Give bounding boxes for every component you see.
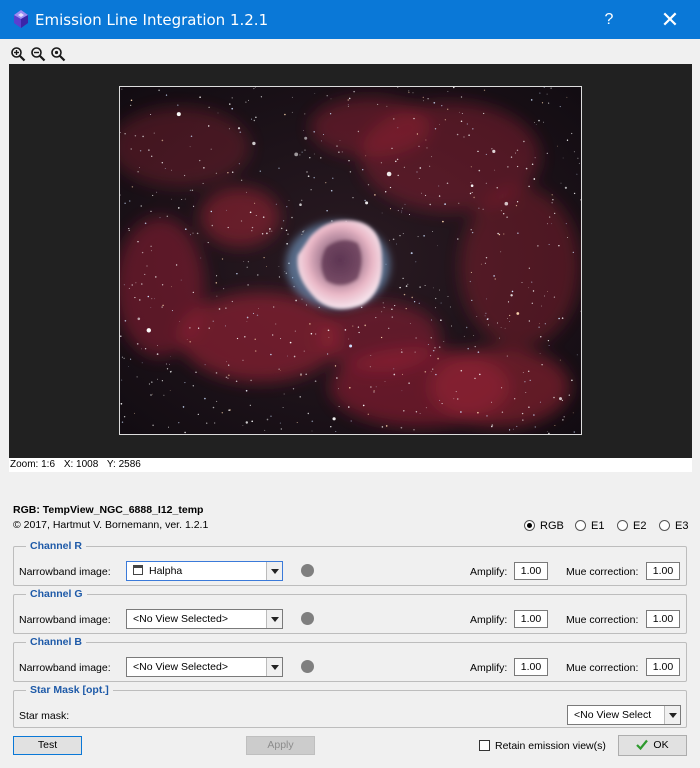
zoom-out-icon[interactable] bbox=[30, 46, 46, 62]
channel-g-narrowband-select[interactable]: <No View Selected> bbox=[126, 609, 283, 629]
channel-b-status-dot bbox=[301, 660, 314, 673]
channel-r-status-dot bbox=[301, 564, 314, 577]
chevron-down-icon[interactable] bbox=[266, 658, 282, 676]
channel-g-mue-label: Mue correction: bbox=[566, 614, 639, 626]
channel-b-amplify-input[interactable]: 1.00 bbox=[514, 658, 548, 676]
ok-button-label: OK bbox=[653, 739, 669, 751]
image-view-icon bbox=[133, 565, 143, 575]
channel-r-title: Channel R bbox=[30, 540, 82, 552]
ok-button[interactable]: OK bbox=[618, 735, 687, 756]
channel-r-amplify-label: Amplify: bbox=[470, 566, 508, 578]
radio-e1[interactable] bbox=[575, 520, 586, 531]
radio-e3[interactable] bbox=[659, 520, 670, 531]
chevron-down-icon[interactable] bbox=[266, 610, 282, 628]
image-viewport[interactable] bbox=[9, 64, 692, 458]
channel-g-narrowband-label: Narrowband image: bbox=[19, 614, 111, 626]
channel-r-narrowband-label: Narrowband image: bbox=[19, 566, 111, 578]
app-crystal-icon bbox=[12, 9, 30, 29]
radio-e2-label: E2 bbox=[633, 520, 647, 532]
channel-r-mue-label: Mue correction: bbox=[566, 566, 639, 578]
zoom-fit-icon[interactable] bbox=[50, 46, 66, 62]
channel-b-group: Channel B bbox=[13, 636, 687, 682]
radio-e2[interactable] bbox=[617, 520, 628, 531]
channel-g-group: Channel G bbox=[13, 588, 687, 634]
channel-b-narrowband-label: Narrowband image: bbox=[19, 662, 111, 674]
channel-b-narrowband-select[interactable]: <No View Selected> bbox=[126, 657, 283, 677]
retain-checkbox-label: Retain emission view(s) bbox=[495, 740, 606, 752]
channel-r-amplify-input[interactable]: 1.00 bbox=[514, 562, 548, 580]
copyright-text: © 2017, Hartmut V. Bornemann, ver. 1.2.1 bbox=[13, 519, 209, 531]
chevron-down-icon[interactable] bbox=[664, 706, 680, 724]
zoom-toolbar bbox=[10, 46, 67, 62]
y-readout: Y: 2586 bbox=[106, 459, 141, 470]
zoom-in-icon[interactable] bbox=[10, 46, 26, 62]
channel-g-selected: <No View Selected> bbox=[133, 613, 228, 625]
radio-e3-label: E3 bbox=[675, 520, 689, 532]
star-mask-label: Star mask: bbox=[19, 710, 70, 722]
window-title: Emission Line Integration 1.2.1 bbox=[35, 11, 269, 29]
chevron-down-icon[interactable] bbox=[266, 562, 282, 580]
title-bar: Emission Line Integration 1.2.1 ? ✕ bbox=[0, 0, 700, 39]
star-mask-select[interactable]: <No View Select bbox=[567, 705, 681, 725]
channel-r-selected: Halpha bbox=[149, 565, 183, 577]
channel-g-title: Channel G bbox=[30, 588, 83, 600]
radio-rgb-label: RGB bbox=[540, 520, 564, 532]
source-view-id: RGB: TempView_NGC_6888_I12_temp bbox=[13, 504, 204, 516]
channel-b-title: Channel B bbox=[30, 636, 82, 648]
apply-button[interactable]: Apply bbox=[246, 736, 315, 755]
channel-r-group: Channel R bbox=[13, 540, 687, 586]
retain-checkbox[interactable] bbox=[479, 740, 490, 751]
close-button[interactable]: ✕ bbox=[646, 0, 694, 39]
channel-b-selected: <No View Selected> bbox=[133, 661, 228, 673]
channel-g-status-dot bbox=[301, 612, 314, 625]
star-mask-selected: <No View Select bbox=[574, 709, 652, 721]
help-button[interactable]: ? bbox=[586, 0, 632, 39]
channel-g-mue-input[interactable]: 1.00 bbox=[646, 610, 680, 628]
channel-b-amplify-label: Amplify: bbox=[470, 662, 508, 674]
channel-g-amplify-label: Amplify: bbox=[470, 614, 508, 626]
star-mask-title: Star Mask [opt.] bbox=[30, 684, 109, 696]
test-button[interactable]: Test bbox=[13, 736, 82, 755]
radio-rgb[interactable] bbox=[524, 520, 535, 531]
x-readout: X: 1008 bbox=[63, 459, 99, 470]
channel-b-mue-input[interactable]: 1.00 bbox=[646, 658, 680, 676]
channel-r-narrowband-select[interactable]: Halpha bbox=[126, 561, 283, 581]
cursor-readout: Zoom: 1:6 X: 1008 Y: 2586 bbox=[9, 458, 692, 472]
channel-r-mue-input[interactable]: 1.00 bbox=[646, 562, 680, 580]
channel-b-mue-label: Mue correction: bbox=[566, 662, 639, 674]
checkmark-icon bbox=[636, 738, 649, 757]
channel-g-amplify-input[interactable]: 1.00 bbox=[514, 610, 548, 628]
zoom-readout: Zoom: 1:6 bbox=[10, 459, 56, 470]
radio-e1-label: E1 bbox=[591, 520, 605, 532]
nebula-preview-image[interactable] bbox=[119, 86, 582, 435]
